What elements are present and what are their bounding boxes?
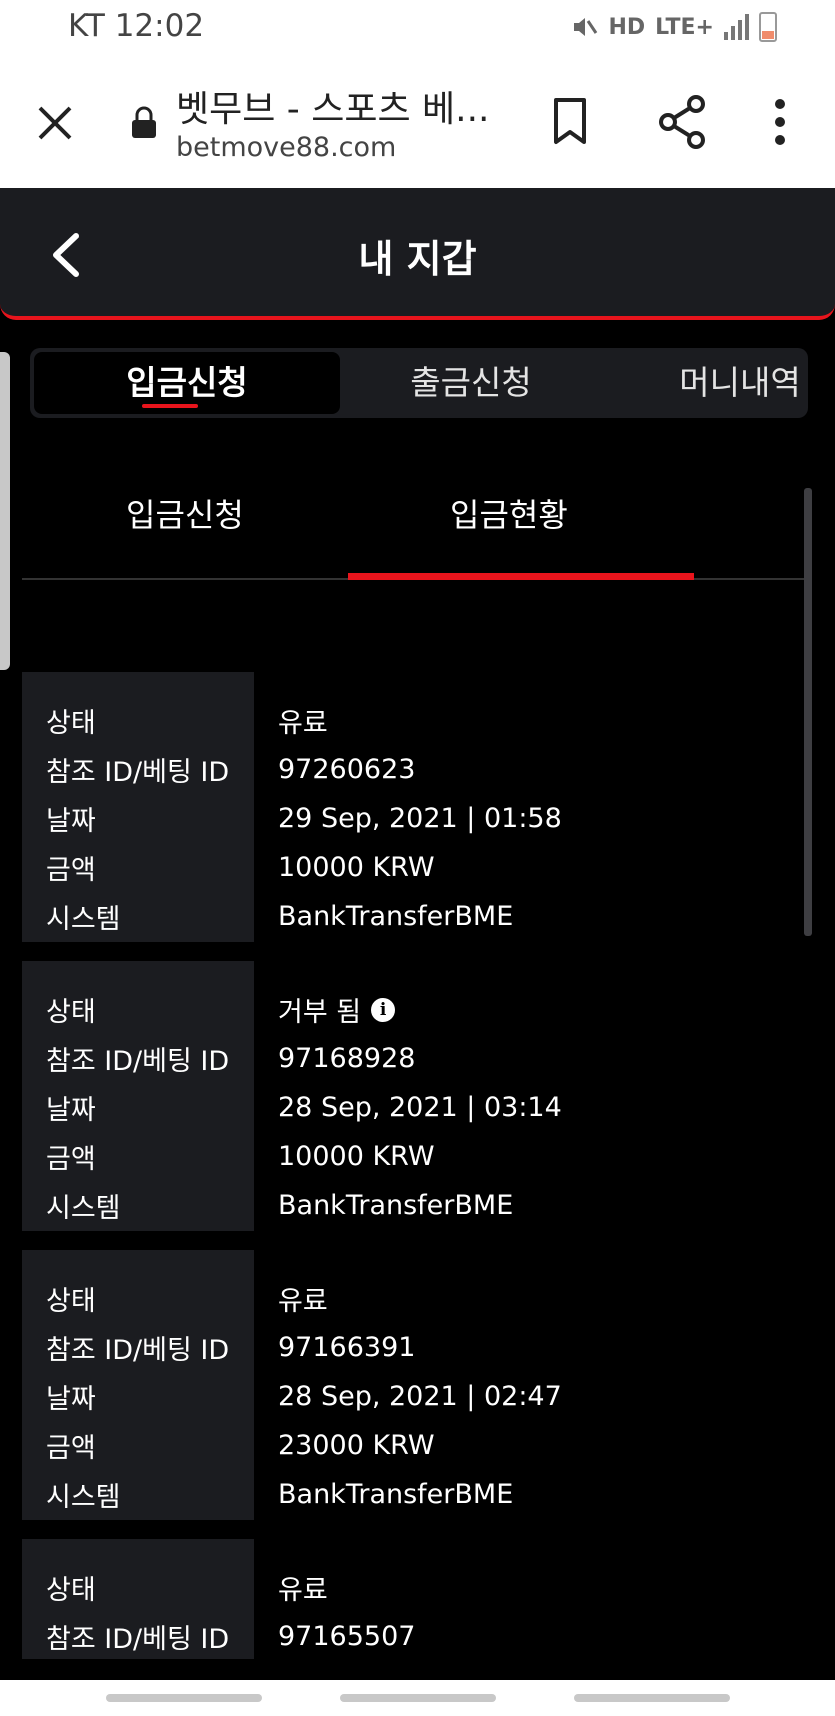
lock-icon: [132, 106, 156, 138]
record-ref-id: 97165507: [278, 1621, 416, 1652]
deposit-record: 상태 참조 ID/베팅 ID 날짜 금액 시스템 유료 97260623 29 …: [22, 672, 812, 942]
label-ref-id: 참조 ID/베팅 ID: [46, 1046, 230, 1077]
nav-back-button[interactable]: [574, 1694, 730, 1702]
label-date: 날짜: [46, 1095, 96, 1126]
info-icon[interactable]: i: [371, 997, 396, 1022]
label-system: 시스템: [46, 904, 121, 935]
tab-withdraw-request[interactable]: 출금신청: [360, 348, 582, 418]
label-status: 상태: [46, 1575, 96, 1606]
status-bar: KT 12:02 HD LTE+: [0, 0, 835, 58]
label-status: 상태: [46, 708, 96, 739]
nav-recents-button[interactable]: [106, 1694, 262, 1702]
more-options-icon[interactable]: [770, 98, 790, 146]
status-icons: HD LTE+: [570, 12, 777, 42]
subtab-active-indicator: [348, 573, 694, 580]
active-tab-underline: [142, 404, 198, 408]
label-system: 시스템: [46, 1482, 121, 1513]
system-navigation-bar: [0, 1680, 835, 1716]
label-amount: 금액: [46, 1433, 96, 1464]
record-system: BankTransferBME: [278, 901, 514, 932]
label-system: 시스템: [46, 1193, 121, 1224]
record-date: 28 Sep, 2021 | 03:14: [278, 1092, 562, 1123]
subtab-deposit-request[interactable]: 입금신청: [126, 490, 244, 536]
page-title: 내 지갑: [358, 237, 477, 281]
wallet-header: 내 지갑: [0, 188, 835, 320]
battery-icon: [759, 12, 777, 42]
edge-panel-handle[interactable]: [0, 352, 10, 670]
label-ref-id: 참조 ID/베팅 ID: [46, 1624, 230, 1655]
page-tab-title[interactable]: 벳무브 - 스포츠 베...: [176, 80, 490, 132]
record-ref-id: 97166391: [278, 1332, 416, 1363]
nav-home-button[interactable]: [340, 1694, 496, 1702]
subtab-deposit-status[interactable]: 입금현황: [450, 490, 568, 536]
record-date: 29 Sep, 2021 | 01:58: [278, 803, 562, 834]
deposit-record: 상태 참조 ID/베팅 ID 날짜 금액 시스템 거부 됨 i 97168928…: [22, 961, 812, 1231]
record-amount: 23000 KRW: [278, 1430, 435, 1461]
lte-icon: LTE+: [655, 14, 714, 40]
browser-toolbar: 벳무브 - 스포츠 베... betmove88.com: [0, 58, 835, 189]
label-date: 날짜: [46, 1384, 96, 1415]
tab-deposit-request[interactable]: 입금신청: [34, 352, 340, 414]
label-ref-id: 참조 ID/베팅 ID: [46, 1335, 230, 1366]
label-status: 상태: [46, 1286, 96, 1317]
record-amount: 10000 KRW: [278, 852, 435, 883]
carrier-time: KT 12:02: [68, 8, 205, 44]
label-ref-id: 참조 ID/베팅 ID: [46, 757, 230, 788]
record-status: 유료: [278, 708, 328, 739]
deposit-record: 상태 참조 ID/베팅 ID 날짜 금액 시스템 유료 97166391 28 …: [22, 1250, 812, 1520]
share-icon[interactable]: [656, 94, 708, 150]
label-amount: 금액: [46, 855, 96, 886]
wallet-main-tabs: 입금신청 출금신청 머니내역: [30, 348, 808, 418]
record-status-text: 거부 됨: [278, 997, 362, 1028]
record-status: 유료: [278, 1575, 328, 1606]
label-status: 상태: [46, 997, 96, 1028]
record-status: 유료: [278, 1286, 328, 1317]
record-status: 거부 됨 i: [278, 985, 396, 1034]
record-system: BankTransferBME: [278, 1190, 514, 1221]
record-ref-id: 97260623: [278, 754, 416, 785]
hd-icon: HD: [608, 14, 646, 40]
record-system: BankTransferBME: [278, 1479, 514, 1510]
tab-deposit-request-label: 입금신청: [126, 363, 248, 402]
url-domain[interactable]: betmove88.com: [176, 132, 396, 163]
deposit-sub-tabs: 입금신청 입금현황: [22, 468, 812, 580]
deposit-record: 상태 참조 ID/베팅 ID 유료 97165507: [22, 1539, 812, 1659]
record-date: 28 Sep, 2021 | 02:47: [278, 1381, 562, 1412]
label-date: 날짜: [46, 806, 96, 837]
close-icon[interactable]: [30, 98, 80, 148]
tab-money-history[interactable]: 머니내역: [640, 348, 835, 418]
record-ref-id: 97168928: [278, 1043, 416, 1074]
mute-icon: [574, 18, 598, 36]
record-amount: 10000 KRW: [278, 1141, 435, 1172]
label-amount: 금액: [46, 1144, 96, 1175]
signal-icon: [724, 14, 749, 40]
bookmark-icon[interactable]: [548, 96, 592, 146]
